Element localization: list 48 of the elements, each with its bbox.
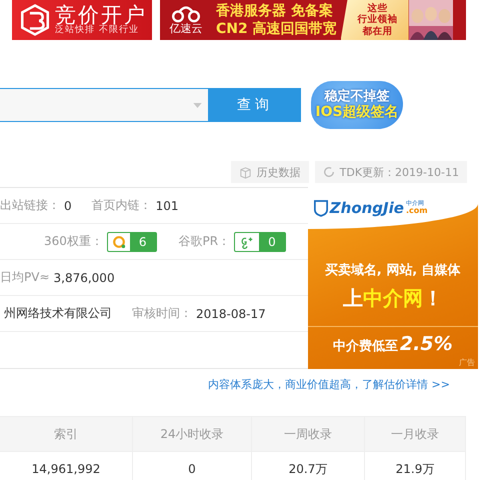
field-label: 日均PV≈ xyxy=(0,269,50,286)
ad-banner[interactable]: 竞价开户 泛站快排 不限行业 xyxy=(12,0,152,40)
history-button[interactable]: 历史数据 xyxy=(230,161,309,183)
ad-subtitle: 泛站快排 不限行业 xyxy=(55,26,139,36)
ad-side-text: 这些 xyxy=(368,2,388,14)
ad-headline: 上中介网！ xyxy=(342,285,443,312)
caret-icon xyxy=(193,102,202,108)
ad-side-text: 都在用 xyxy=(362,26,393,38)
ad-badge-text: IOS超级签名 xyxy=(315,104,399,122)
brand-name: 亿速云 xyxy=(170,22,202,36)
field-value: 州网络技术有限公司 xyxy=(4,305,112,322)
search-field[interactable] xyxy=(0,88,209,122)
refresh-icon xyxy=(322,166,335,178)
logo-text: ZhongJie xyxy=(330,199,404,217)
ad-banner[interactable]: 亿速云 香港服务器 免备案 CN2 高速回国带宽 这些 行业领袖 都在用 xyxy=(160,0,466,40)
box-icon xyxy=(238,166,252,178)
field-label: 谷歌PR： xyxy=(178,233,230,250)
score-badge: 0 xyxy=(234,232,286,252)
search-button[interactable]: 查询 xyxy=(209,88,301,122)
score-badge: 6 xyxy=(106,232,157,252)
ad-badge-text: 稳定不掉签 xyxy=(324,88,390,104)
field-value: 0 xyxy=(64,198,72,212)
logo-icon xyxy=(18,3,52,37)
ad-fee-text: 中介费低至2.5% xyxy=(308,326,478,355)
column-header: 索引 xyxy=(0,416,132,452)
update-button[interactable]: TDK更新：2019-10-11 xyxy=(314,161,467,183)
ad-text: 买卖域名, 网站, 自媒体 xyxy=(324,262,461,279)
field-label: 审核时间： xyxy=(132,305,192,322)
column-header: 一周收录 xyxy=(252,416,364,452)
field-value: 101 xyxy=(156,198,179,212)
ad-badge[interactable]: 稳定不掉签 IOS超级签名 xyxy=(311,81,403,129)
ring-icon xyxy=(112,234,126,248)
google-plus-icon xyxy=(239,234,256,248)
shield-icon xyxy=(314,199,328,217)
field-value: 3,876,000 xyxy=(54,270,115,284)
field-label: 首页内链： xyxy=(92,197,152,214)
field-value: 2018-08-17 xyxy=(196,306,266,320)
ad-side-text: 行业领袖 xyxy=(358,14,398,26)
ad-tag: 广告 xyxy=(458,357,475,368)
field-label: 360权重： xyxy=(44,233,103,250)
details-link[interactable]: 内容体系庞大，商业价值超高，了解估价详情 >> xyxy=(208,377,450,397)
logo-domain: .com xyxy=(406,207,428,215)
column-header: 24小时收录 xyxy=(132,416,252,452)
ad-headline: 香港服务器 免备案 xyxy=(216,2,334,20)
ad-headline: CN2 高速回国带宽 xyxy=(216,20,337,38)
cloud-logo-icon xyxy=(170,4,202,23)
column-header: 一月收录 xyxy=(364,416,466,452)
field-label: 出站链接： xyxy=(0,197,60,214)
